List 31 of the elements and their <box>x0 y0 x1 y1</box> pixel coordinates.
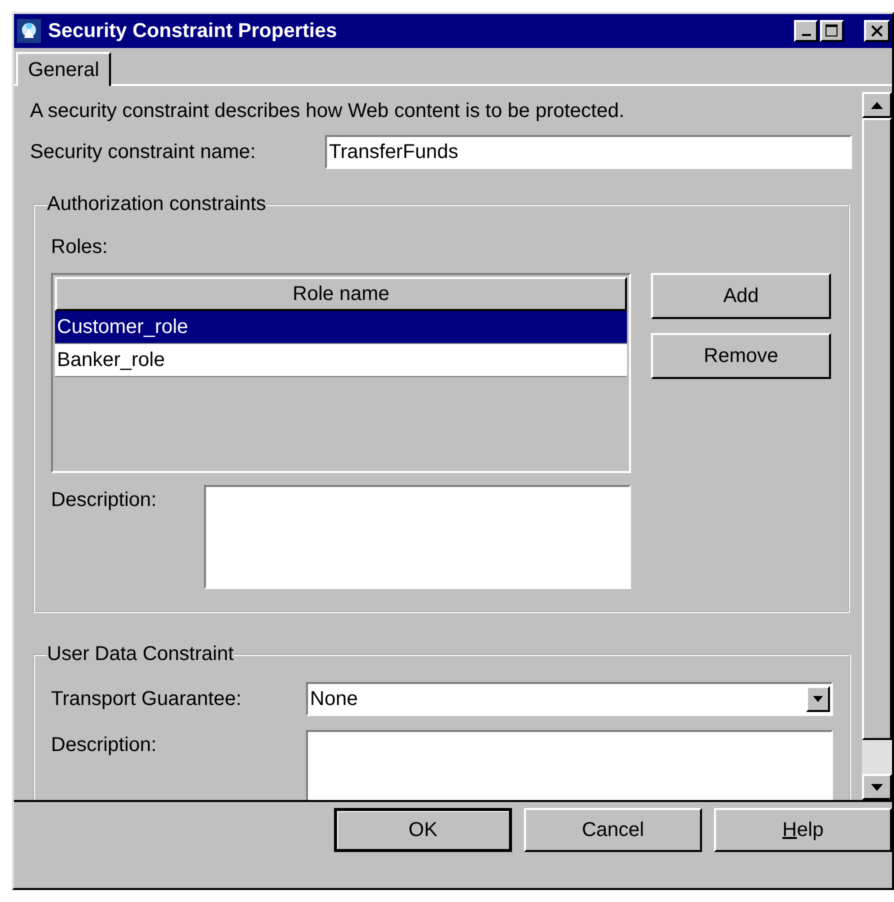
minimize-icon <box>802 34 810 36</box>
field-label: Description: <box>51 488 158 513</box>
scroll-up-icon[interactable] <box>862 92 892 118</box>
dropdown[interactable]: None <box>306 682 833 716</box>
maximize-icon <box>825 24 839 38</box>
group-title: User Data Constraint <box>47 643 234 666</box>
scroll-down-icon[interactable] <box>862 774 892 800</box>
table-row[interactable]: Customer_role <box>55 311 627 344</box>
button[interactable]: Add <box>651 273 831 319</box>
close-icon <box>870 24 884 38</box>
tab[interactable]: General <box>16 52 112 86</box>
field-label: Description: <box>51 733 158 758</box>
window-title: Security Constraint Properties <box>48 20 338 42</box>
button[interactable]: Cancel <box>524 808 702 852</box>
minimize-button[interactable] <box>794 20 818 42</box>
field-label: Transport Guarantee: <box>51 688 242 710</box>
dropdown-value: None <box>309 688 359 710</box>
field-label: Security constraint name: <box>30 140 257 164</box>
table-row[interactable]: Banker_role <box>55 344 627 377</box>
description-text: A security constraint describes how Web content is to be protected. <box>30 100 624 123</box>
field-label: Roles: <box>51 236 108 259</box>
maximize-button[interactable] <box>820 20 844 42</box>
button[interactable]: Help <box>714 808 892 852</box>
name-input-field[interactable]: TransferFunds <box>325 135 852 169</box>
close-button[interactable] <box>864 20 890 42</box>
group-title: Authorization constraints <box>47 193 266 216</box>
app-icon <box>16 18 42 44</box>
column-header[interactable]: Role name <box>55 277 627 311</box>
description-field[interactable] <box>204 485 631 589</box>
button[interactable]: OK <box>334 808 512 852</box>
button[interactable]: Remove <box>651 333 831 379</box>
